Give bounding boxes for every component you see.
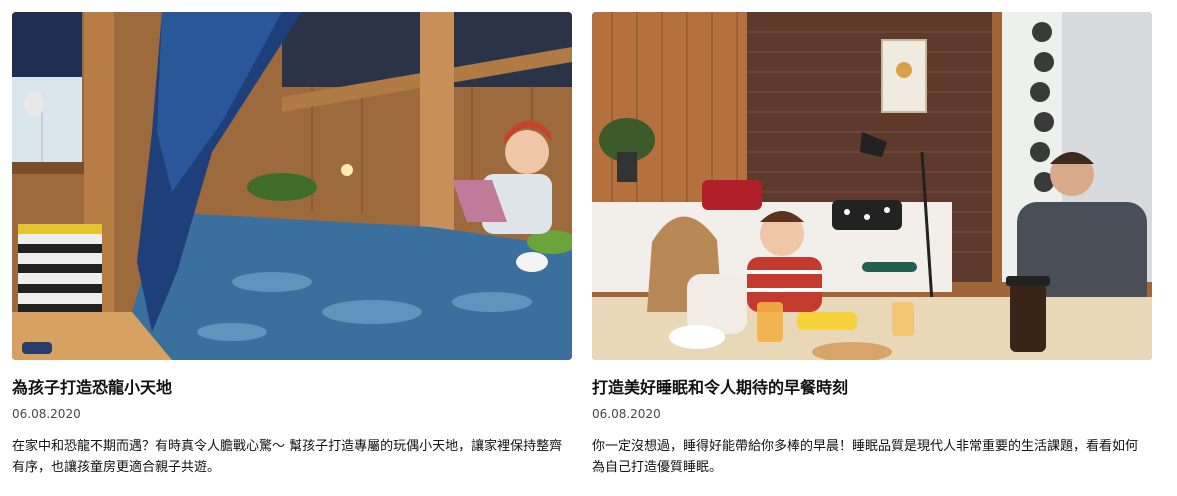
article-card-dinosaur[interactable]: 為孩子打造恐龍小天地 06.08.2020 在家中和恐龍不期而遇？有時真令人膽戰…: [12, 12, 572, 478]
article-title[interactable]: 打造美好睡眠和令人期待的早餐時刻: [592, 378, 1152, 398]
article-date: 06.08.2020: [592, 407, 661, 421]
article-card-sleep-breakfast[interactable]: 打造美好睡眠和令人期待的早餐時刻 06.08.2020 你一定沒想過，睡得好能帶…: [592, 12, 1152, 478]
article-image-kids-bed-tent[interactable]: [12, 12, 572, 360]
article-title[interactable]: 為孩子打造恐龍小天地: [12, 378, 572, 398]
bedroom-breakfast-illustration: [592, 12, 1152, 360]
article-image-breakfast-bedroom[interactable]: [592, 12, 1152, 360]
article-date: 06.08.2020: [12, 407, 81, 421]
kids-room-illustration: [12, 12, 572, 360]
article-description: 你一定沒想過，睡得好能帶給你多棒的早晨！睡眠品質是現代人非常重要的生活課題，看看…: [592, 439, 1139, 475]
article-description: 在家中和恐龍不期而遇？有時真令人膽戰心驚～ 幫孩子打造專屬的玩偶小天地，讓家裡保…: [12, 439, 563, 475]
